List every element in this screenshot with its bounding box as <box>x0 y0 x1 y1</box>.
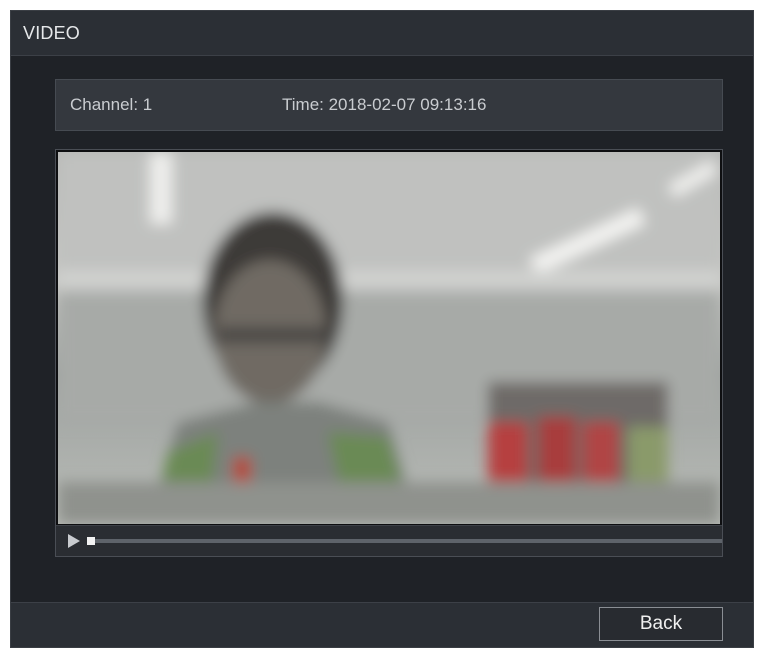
time-label: Time: 2018-02-07 09:13:16 <box>282 95 487 114</box>
video-frame <box>58 152 720 524</box>
title-bar: VIDEO <box>11 11 753 56</box>
playback-controls <box>56 525 722 556</box>
seek-bar[interactable] <box>90 539 722 543</box>
video-info-bar: Channel: 1 Time: 2018-02-07 09:13:16 <box>55 79 723 131</box>
play-button[interactable] <box>66 533 82 549</box>
video-image <box>58 152 720 524</box>
back-button[interactable]: Back <box>599 607 723 641</box>
video-dialog: VIDEO WE SECURE YOUR LIFE Channel: 1 Tim… <box>10 10 754 648</box>
seek-handle[interactable] <box>87 537 95 545</box>
channel-label: Channel: 1 <box>70 95 153 114</box>
video-player[interactable] <box>55 149 723 557</box>
play-icon <box>68 534 80 548</box>
dialog-footer: Back <box>11 602 753 647</box>
dialog-title: VIDEO <box>23 23 81 43</box>
